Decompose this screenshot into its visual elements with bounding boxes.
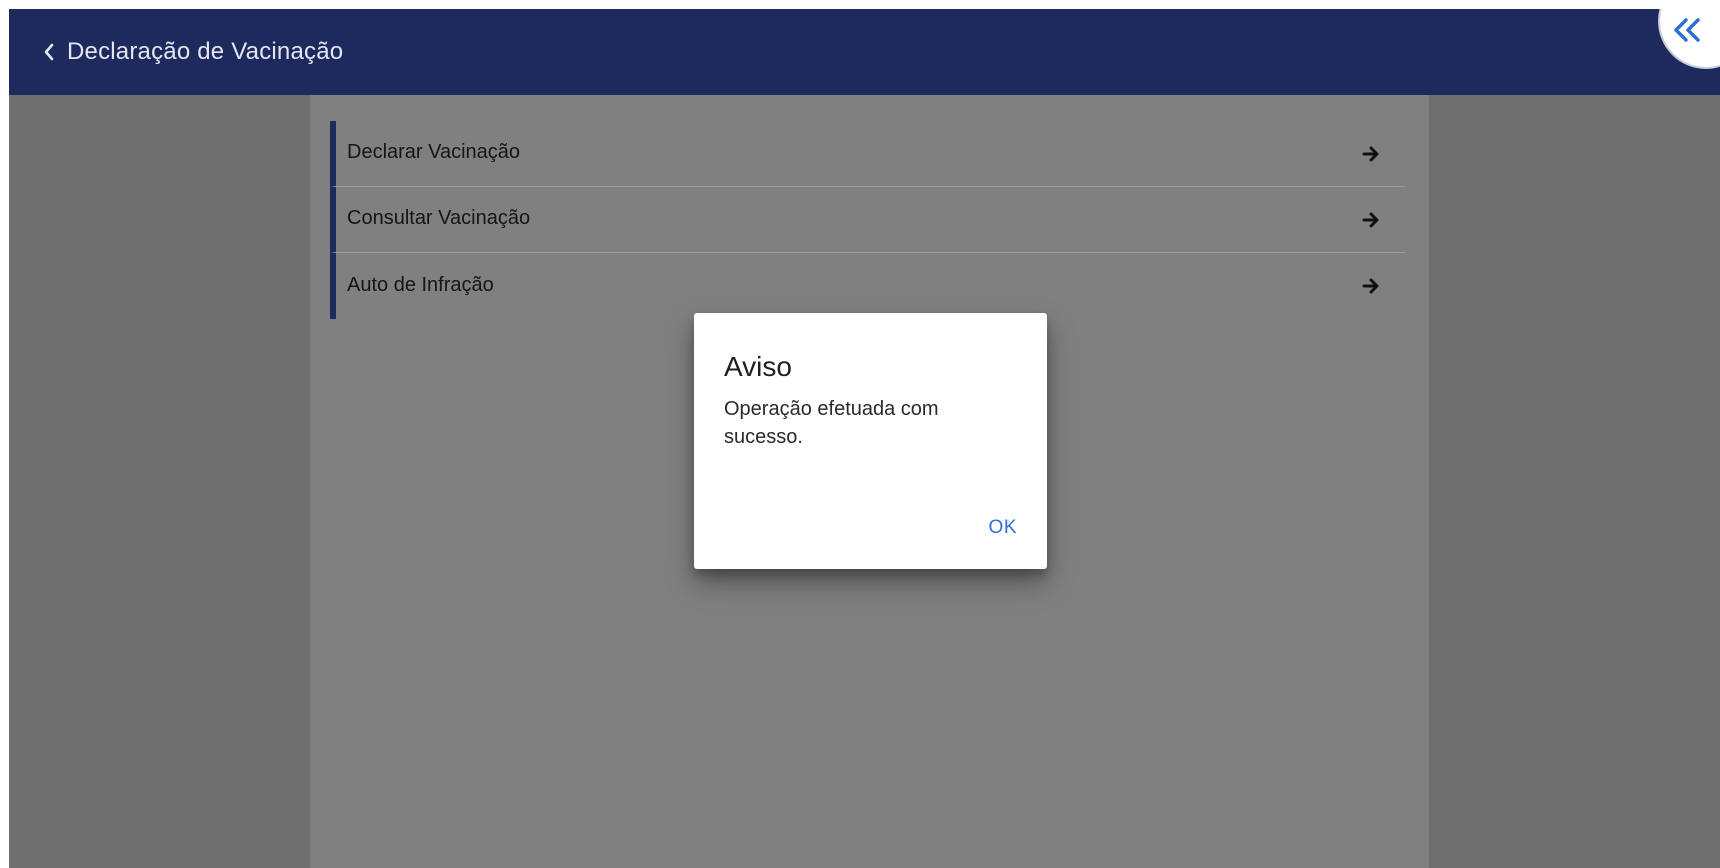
dialog-message: Operação efetuada com sucesso. bbox=[724, 398, 939, 448]
dialog-title: Aviso bbox=[724, 351, 792, 382]
ok-button[interactable]: OK bbox=[989, 517, 1017, 539]
alert-dialog: Aviso Operação efetuada com sucesso. OK bbox=[694, 313, 1047, 569]
menu-item-label: Auto de Infração bbox=[347, 273, 494, 296]
page-title: Declaração de Vacinação bbox=[67, 38, 344, 65]
back-button[interactable]: Declaração de Vacinação bbox=[39, 38, 343, 66]
menu-item-declarar-vacinacao[interactable]: Declarar Vacinação bbox=[330, 121, 1405, 187]
arrow-right-icon bbox=[1361, 145, 1381, 163]
menu-item-label: Declarar Vacinação bbox=[347, 141, 521, 163]
menu-list: Declarar Vacinação Consultar Vacinação A… bbox=[330, 121, 1405, 319]
chevron-left-icon bbox=[39, 38, 59, 66]
app-screen: Declaração de Vacinação Declarar Vacinaç… bbox=[9, 9, 1720, 868]
collapse-toggle-button[interactable] bbox=[1658, 9, 1720, 69]
double-chevron-left-icon bbox=[1672, 17, 1708, 43]
arrow-right-icon bbox=[1361, 277, 1381, 295]
menu-item-label: Consultar Vacinação bbox=[347, 207, 531, 229]
arrow-right-icon bbox=[1361, 211, 1381, 229]
app-header: Declaração de Vacinação bbox=[9, 9, 1720, 95]
menu-item-auto-de-infracao[interactable]: Auto de Infração bbox=[330, 253, 1405, 319]
menu-item-consultar-vacinacao[interactable]: Consultar Vacinação bbox=[330, 187, 1405, 253]
